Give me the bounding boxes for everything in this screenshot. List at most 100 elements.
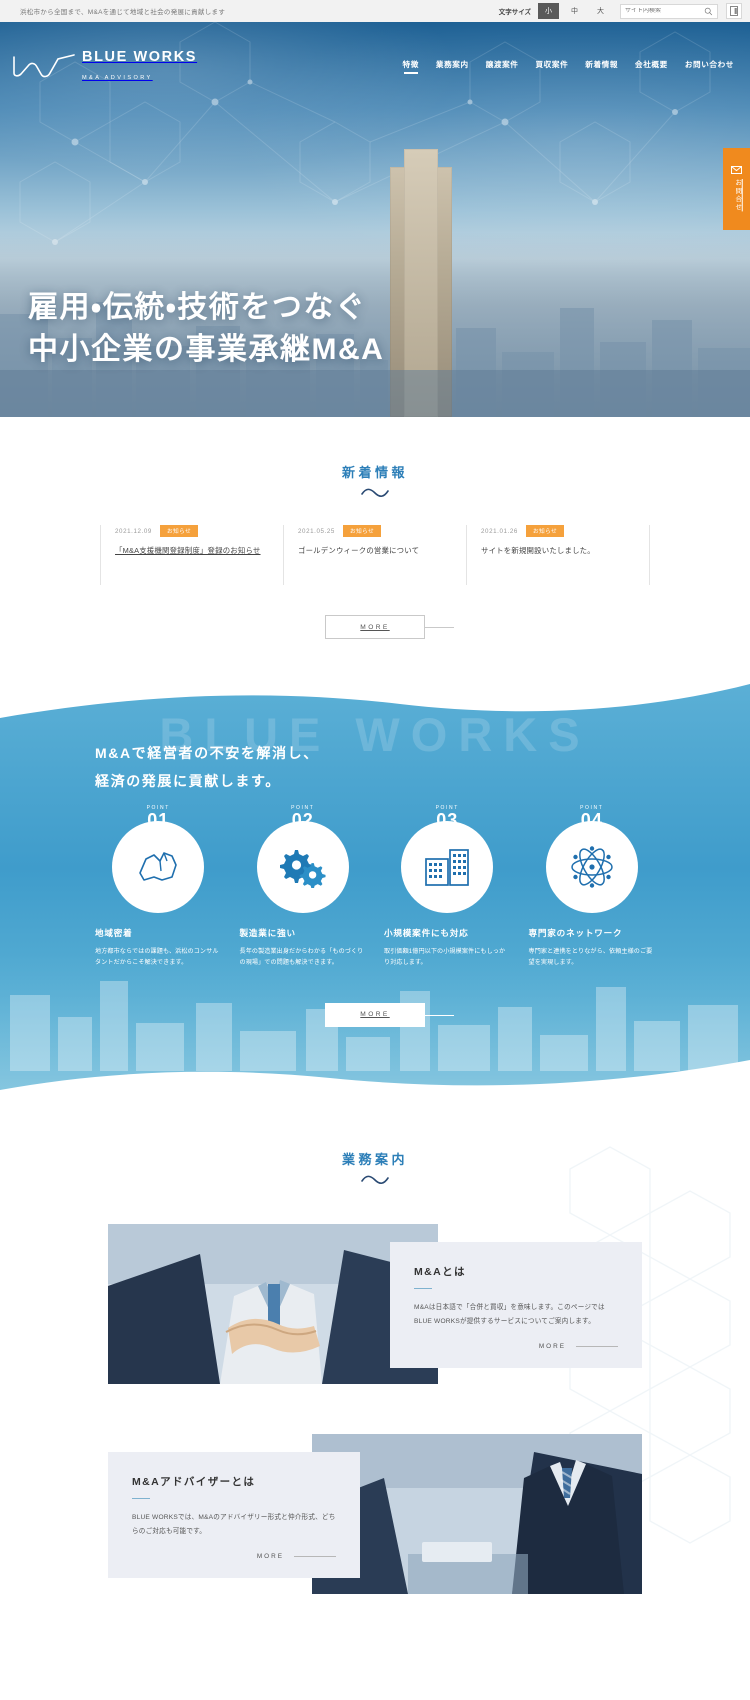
wave-logo-icon (13, 54, 75, 78)
service-card-more-label: MORE (538, 1342, 566, 1350)
utility-bar-right: 文字サイズ 小 中 大 (499, 3, 742, 19)
nav-item-news[interactable]: 新着情報 (585, 59, 618, 74)
hero-section: BLUE WORKS M&A ADVISORY 特徴 業務案内 譲渡案件 買収案… (0, 22, 750, 417)
point-cards: POINT 01 地域密着 地方都市ならではの課題も、浜松のコンサルタントだから… (95, 805, 656, 969)
news-item-title[interactable]: サイトを新規開設いたしました。 (481, 545, 635, 557)
point-card[interactable]: POINT 01 地域密着 地方都市ならではの課題も、浜松のコンサルタントだから… (95, 805, 222, 969)
logo-subtitle: M&A ADVISORY (82, 75, 153, 81)
panel-toggle-icon[interactable] (726, 3, 742, 19)
news-heading-block: 新着情報 (0, 462, 750, 497)
service-card-more[interactable]: MORE (414, 1343, 618, 1350)
point-card[interactable]: POINT 03 小規模案件にも対応 取引価額1億円以下の小規模案件にもしっかり… (384, 805, 511, 969)
point-circle: POINT 03 (401, 805, 494, 913)
floating-contact-tab[interactable]: お問合せ (723, 148, 750, 230)
point-circle: POINT 02 (256, 805, 349, 913)
global-navigation: 特徴 業務案内 譲渡案件 買収案件 新着情報 会社概要 お問い合わせ (403, 59, 738, 74)
point-heading-1: M&Aで経営者の不安を解消し、 (95, 745, 319, 761)
buildings-icon (425, 849, 470, 886)
point-body: 地方都市ならではの課題も、浜松のコンサルタントだからこそ解決できます。 (95, 948, 219, 967)
point-content: M&Aで経営者の不安を解消し、 経済の発展に貢献します。 POINT 01 地域… (0, 739, 750, 1027)
nav-item-company[interactable]: 会社概要 (635, 59, 668, 74)
news-item-date: 2021.12.09 (115, 527, 152, 535)
service-card-body: BLUE WORKSでは、M&Aのアドバイザリー形式と仲介形式、どちらのご対応も… (132, 1514, 336, 1535)
point-title: 専門家のネットワーク (528, 928, 623, 938)
service-card-title: M&Aとは (414, 1265, 466, 1278)
point-number: 02 (291, 810, 314, 830)
hero-line-1: 雇用・伝統・技術をつなぐ (28, 290, 367, 324)
wave-underline-icon (361, 488, 389, 497)
point-caption: POINT 03 (436, 805, 459, 830)
font-size-large-button[interactable]: 大 (590, 3, 611, 19)
service-card[interactable]: M&Aアドバイザーとは BLUE WORKSでは、M&Aのアドバイザリー形式と仲… (108, 1451, 360, 1578)
nav-item-acquisition[interactable]: 買収案件 (535, 59, 568, 74)
logo-title: BLUE WORKS (82, 49, 198, 65)
handshake-illustration (108, 1223, 438, 1384)
point-card[interactable]: POINT 04 専門家のネットワーク 専門家と連携をとりながら、依頼主様のご要… (528, 805, 656, 969)
point-more-wrap: MORE (95, 1002, 655, 1027)
hero-line-2: 中小企業の事業承継M&A (28, 333, 385, 367)
mail-icon (731, 166, 742, 175)
news-item-title[interactable]: 「M&A支援機関登録制度」登録のお知らせ (115, 545, 269, 557)
point-caption: POINT 01 (147, 805, 170, 830)
news-more-button[interactable]: MORE (325, 615, 454, 639)
news-item[interactable]: 2021.05.25 お知らせ ゴールデンウィークの営業について (283, 525, 466, 585)
site-tagline: 浜松市から全国まで、M&Aを通じて地域と社会の発展に貢献します (20, 9, 226, 16)
news-more-wrap: MORE (0, 615, 750, 679)
contact-tab-label: お問合せ (733, 179, 741, 212)
point-section: BLUE WORKS M&Aで経営者の不安を解消し、 経済の発展に貢献します。 … (0, 679, 750, 1099)
utility-bar: 浜松市から全国まで、M&Aを通じて地域と社会の発展に貢献します 文字サイズ 小 … (0, 0, 750, 22)
nav-item-features[interactable]: 特徴 (403, 59, 419, 74)
nav-item-contact[interactable]: お問い合わせ (685, 59, 734, 74)
point-number: 03 (436, 810, 459, 830)
point-title: 地域密着 (95, 928, 133, 938)
news-item-badge: お知らせ (342, 525, 382, 537)
meeting-illustration (312, 1433, 642, 1594)
point-circle: POINT 04 (545, 805, 638, 913)
font-size-small-button[interactable]: 小 (538, 3, 559, 19)
network-atom-icon (571, 846, 613, 888)
news-item-meta: 2021.12.09 お知らせ (115, 525, 269, 537)
map-shape-icon (139, 852, 178, 881)
service-card-more-label: MORE (256, 1552, 284, 1560)
meeting-photo (312, 1433, 642, 1594)
point-caption: POINT 04 (580, 805, 603, 830)
service-card-more-line (294, 1555, 336, 1557)
service-card-title: M&Aアドバイザーとは (132, 1475, 256, 1488)
service-card-rule (414, 1287, 432, 1290)
news-item-title[interactable]: ゴールデンウィークの営業について (298, 545, 452, 557)
news-item-date: 2021.01.26 (481, 527, 518, 535)
handshake-photo (108, 1223, 438, 1384)
site-search[interactable] (620, 3, 718, 19)
nav-item-services[interactable]: 業務案内 (436, 59, 469, 74)
news-item-badge: お知らせ (525, 525, 565, 537)
service-row: M&Aアドバイザーとは BLUE WORKSでは、M&Aのアドバイザリー形式と仲… (0, 1433, 750, 1634)
point-body: 長年の製造業出身だからわかる「ものづくりの現場」での問題も解決できます。 (239, 948, 364, 967)
nav-item-transfer[interactable]: 譲渡案件 (486, 59, 519, 74)
point-body: 専門家と連携をとりながら、依頼主様のご要望を実現します。 (528, 948, 653, 967)
point-circle: POINT 01 (112, 805, 205, 913)
point-card[interactable]: POINT 02 製造業に強い 長年の製造業出身だからわかる「ものづくりの現場」… (239, 805, 367, 969)
service-card-more-line (576, 1345, 618, 1347)
font-size-medium-button[interactable]: 中 (564, 3, 585, 19)
search-input[interactable] (625, 8, 704, 14)
service-card[interactable]: M&Aとは M&Aは日本語で「合併と買収」を意味します。このページではBLUE … (390, 1241, 642, 1368)
service-card-more[interactable]: MORE (132, 1553, 336, 1560)
site-header: BLUE WORKS M&A ADVISORY 特徴 業務案内 譲渡案件 買収案… (0, 44, 750, 88)
point-number: 04 (580, 810, 603, 830)
news-item[interactable]: 2021.01.26 お知らせ サイトを新規開設いたしました。 (466, 525, 650, 585)
wave-underline-icon (361, 1175, 389, 1184)
news-item-meta: 2021.01.26 お知らせ (481, 525, 635, 537)
service-row: M&Aとは M&Aは日本語で「合併と買収」を意味します。このページではBLUE … (0, 1223, 750, 1384)
search-icon[interactable] (704, 7, 713, 16)
news-item[interactable]: 2021.12.09 お知らせ 「M&A支援機関登録制度」登録のお知らせ (100, 525, 283, 585)
hero-copy: 雇用・伝統・技術をつなぐ 中小企業の事業承継M&A (28, 287, 384, 372)
point-more-button[interactable]: MORE (325, 1002, 454, 1027)
news-heading: 新着情報 (341, 465, 408, 480)
news-section: 新着情報 2021.12.09 お知らせ 「M&A支援機関登録制度」登録のお知ら… (0, 417, 750, 679)
service-card-body: M&Aは日本語で「合併と買収」を意味します。このページではBLUE WORKSが… (414, 1304, 605, 1325)
service-card-rule (132, 1497, 150, 1500)
site-logo[interactable]: BLUE WORKS M&A ADVISORY (12, 48, 197, 84)
logo-text-block: BLUE WORKS M&A ADVISORY (82, 48, 197, 84)
gears-icon (279, 850, 326, 888)
news-item-badge: お知らせ (159, 525, 199, 537)
